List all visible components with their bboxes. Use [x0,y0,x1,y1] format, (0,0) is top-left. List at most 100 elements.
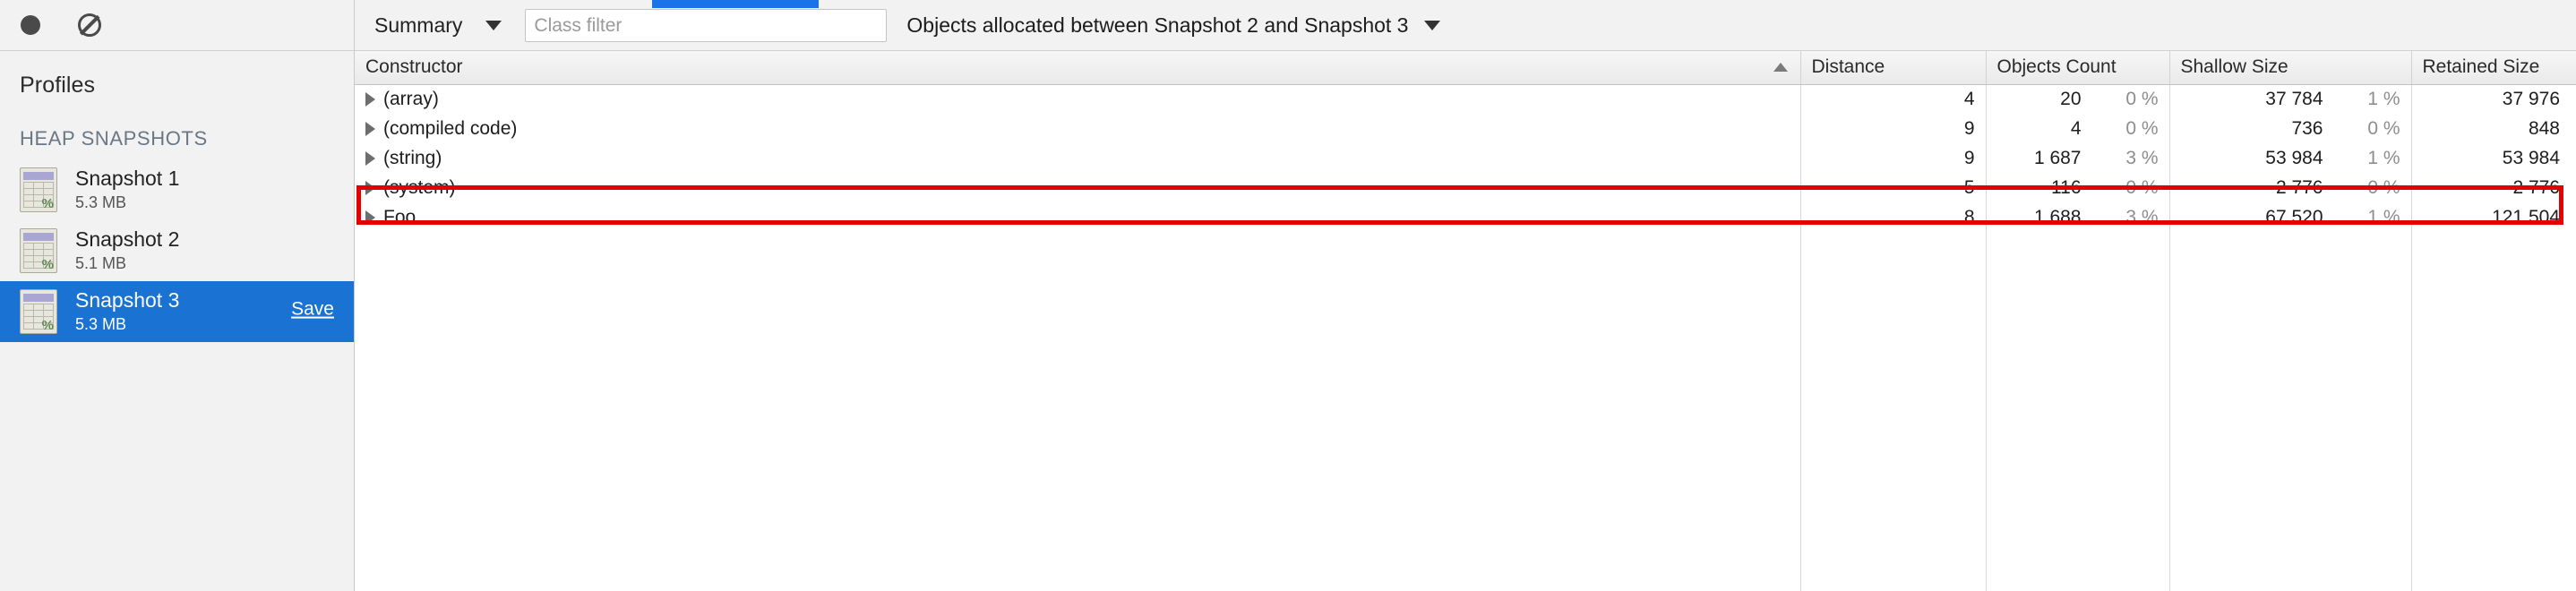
active-tab-indicator [652,0,819,8]
retained-size-value: 2 776 [2512,176,2560,198]
objects-count-value: 1 688 [2033,206,2082,227]
table-row[interactable]: Foo 8 1 688 3 % 67 520 1 % 121 504 [355,202,2576,232]
save-snapshot-link[interactable]: Save [291,299,334,321]
profiler-window: Profiles HEAP SNAPSHOTS % Snapshot 1 5.3… [0,0,2576,591]
cell-objects-count: 1 687 3 % [1986,143,2170,173]
column-header-retained-size[interactable]: Retained Size [2411,51,2576,85]
cell-objects-count: 20 0 % [1986,84,2170,114]
objects-count-value: 4 [2070,117,2082,139]
constructor-name: Foo [383,206,416,227]
heap-objects-table: Constructor Distance Objects Count Shall… [355,51,2576,232]
cell-distance: 5 [1800,173,1987,202]
cell-constructor: (compiled code) [355,114,1801,143]
shallow-size-value: 53 984 [2265,147,2323,168]
table-header-row: Constructor Distance Objects Count Shall… [355,51,2576,85]
cell-objects-count: 116 0 % [1986,173,2170,202]
table-empty-area [355,232,2576,591]
cell-constructor: Foo [355,202,1801,232]
ban-icon [78,13,101,37]
sidebar-toolbar [0,0,354,51]
sort-ascending-icon [1773,63,1788,73]
constructor-name: (array) [383,88,439,109]
objects-count-percent: 0 % [2125,88,2159,109]
cell-shallow-size: 67 520 1 % [2169,202,2412,232]
column-header-label: Constructor [365,56,463,78]
shallow-size-percent: 1 % [2367,206,2400,227]
snapshot-size: 5.1 MB [75,254,127,273]
retained-size-value: 848 [2528,117,2560,139]
column-header-label: Retained Size [2422,56,2540,78]
retained-size-value: 37 976 [2502,88,2560,109]
cell-distance: 9 [1800,143,1987,173]
snapshot-size: 5.3 MB [75,315,127,334]
cell-objects-count: 4 0 % [1986,114,2170,143]
disclosure-triangle-icon[interactable] [365,180,375,195]
disclosure-triangle-icon[interactable] [365,150,375,166]
cell-constructor: (array) [355,84,1801,114]
table-row[interactable]: (system) 5 116 0 % 2 776 0 % 2 776 [355,173,2576,202]
constructor-name: (string) [383,147,442,168]
class-filter-input[interactable]: Class filter [525,8,888,42]
cell-retained-size: 53 984 1 % [2411,143,2576,173]
shallow-size-value: 736 [2291,117,2323,139]
cell-distance: 9 [1800,114,1987,143]
objects-count-value: 20 [2060,88,2082,109]
objects-count-value: 1 687 [2033,147,2082,168]
view-mode-select[interactable]: Summary [374,13,502,38]
column-header-constructor[interactable]: Constructor [355,51,1801,85]
cell-constructor: (system) [355,173,1801,202]
objects-count-value: 116 [2051,176,2082,198]
cell-retained-size: 121 504 2 % [2411,202,2576,232]
table-row[interactable]: (array) 4 20 0 % 37 784 1 % 37 976 [355,84,2576,114]
column-header-distance[interactable]: Distance [1800,51,1987,85]
shallow-size-percent: 0 % [2367,117,2400,139]
objects-count-percent: 0 % [2125,117,2159,139]
heap-snapshots-section-label: HEAP SNAPSHOTS [20,127,208,150]
cell-shallow-size: 37 784 1 % [2169,84,2412,114]
column-header-label: Shallow Size [2180,56,2288,78]
retained-size-value: 121 504 [2492,206,2560,227]
cell-retained-size: 848 0 % [2411,114,2576,143]
column-header-label: Distance [1811,56,1885,78]
cell-retained-size: 2 776 0 % [2411,173,2576,202]
clear-profiles-button[interactable] [73,9,106,41]
heap-profile-main: Summary Class filter Objects allocated b… [355,0,2576,591]
allocation-range-select[interactable]: Objects allocated between Snapshot 2 and… [906,13,1441,38]
snapshot-name: Snapshot 1 [75,167,180,191]
objects-count-percent: 3 % [2125,147,2159,168]
snapshot-name: Snapshot 3 [75,288,180,313]
table-row[interactable]: (compiled code) 9 4 0 % 736 0 % 848 [355,114,2576,143]
snapshot-icon: % [20,167,57,212]
view-mode-label: Summary [374,13,463,37]
cell-shallow-size: 2 776 0 % [2169,173,2412,202]
cell-objects-count: 1 688 3 % [1986,202,2170,232]
record-button[interactable] [14,9,47,41]
cell-distance: 4 [1800,84,1987,114]
shallow-size-value: 37 784 [2265,88,2323,109]
list-item-snapshot-2[interactable]: % Snapshot 2 5.1 MB [0,220,354,281]
shallow-size-value: 2 776 [2275,176,2323,198]
chevron-down-icon [1424,20,1441,30]
column-header-objects-count[interactable]: Objects Count [1986,51,2170,85]
snapshot-list: % Snapshot 1 5.3 MB % Snapshot 2 5.1 MB [0,159,354,342]
retained-size-value: 53 984 [2502,147,2560,168]
list-item-snapshot-3[interactable]: % Snapshot 3 5.3 MB Save [0,281,354,342]
disclosure-triangle-icon[interactable] [365,91,375,107]
page-title: Profiles [20,73,96,98]
column-header-label: Objects Count [1996,56,2117,78]
shallow-size-value: 67 520 [2265,206,2323,227]
disclosure-triangle-icon[interactable] [365,121,375,136]
cell-constructor: (string) [355,143,1801,173]
table-row[interactable]: (string) 9 1 687 3 % 53 984 1 % 53 984 [355,143,2576,173]
snapshot-icon: % [20,289,57,334]
cell-shallow-size: 53 984 1 % [2169,143,2412,173]
list-item-snapshot-1[interactable]: % Snapshot 1 5.3 MB [0,159,354,220]
cell-shallow-size: 736 0 % [2169,114,2412,143]
constructor-name: (system) [383,176,456,198]
column-header-shallow-size[interactable]: Shallow Size [2169,51,2412,85]
cell-retained-size: 37 976 1 % [2411,84,2576,114]
constructor-name: (compiled code) [383,117,518,139]
objects-count-percent: 0 % [2125,176,2159,198]
cell-distance: 8 [1800,202,1987,232]
disclosure-triangle-icon[interactable] [365,210,375,225]
